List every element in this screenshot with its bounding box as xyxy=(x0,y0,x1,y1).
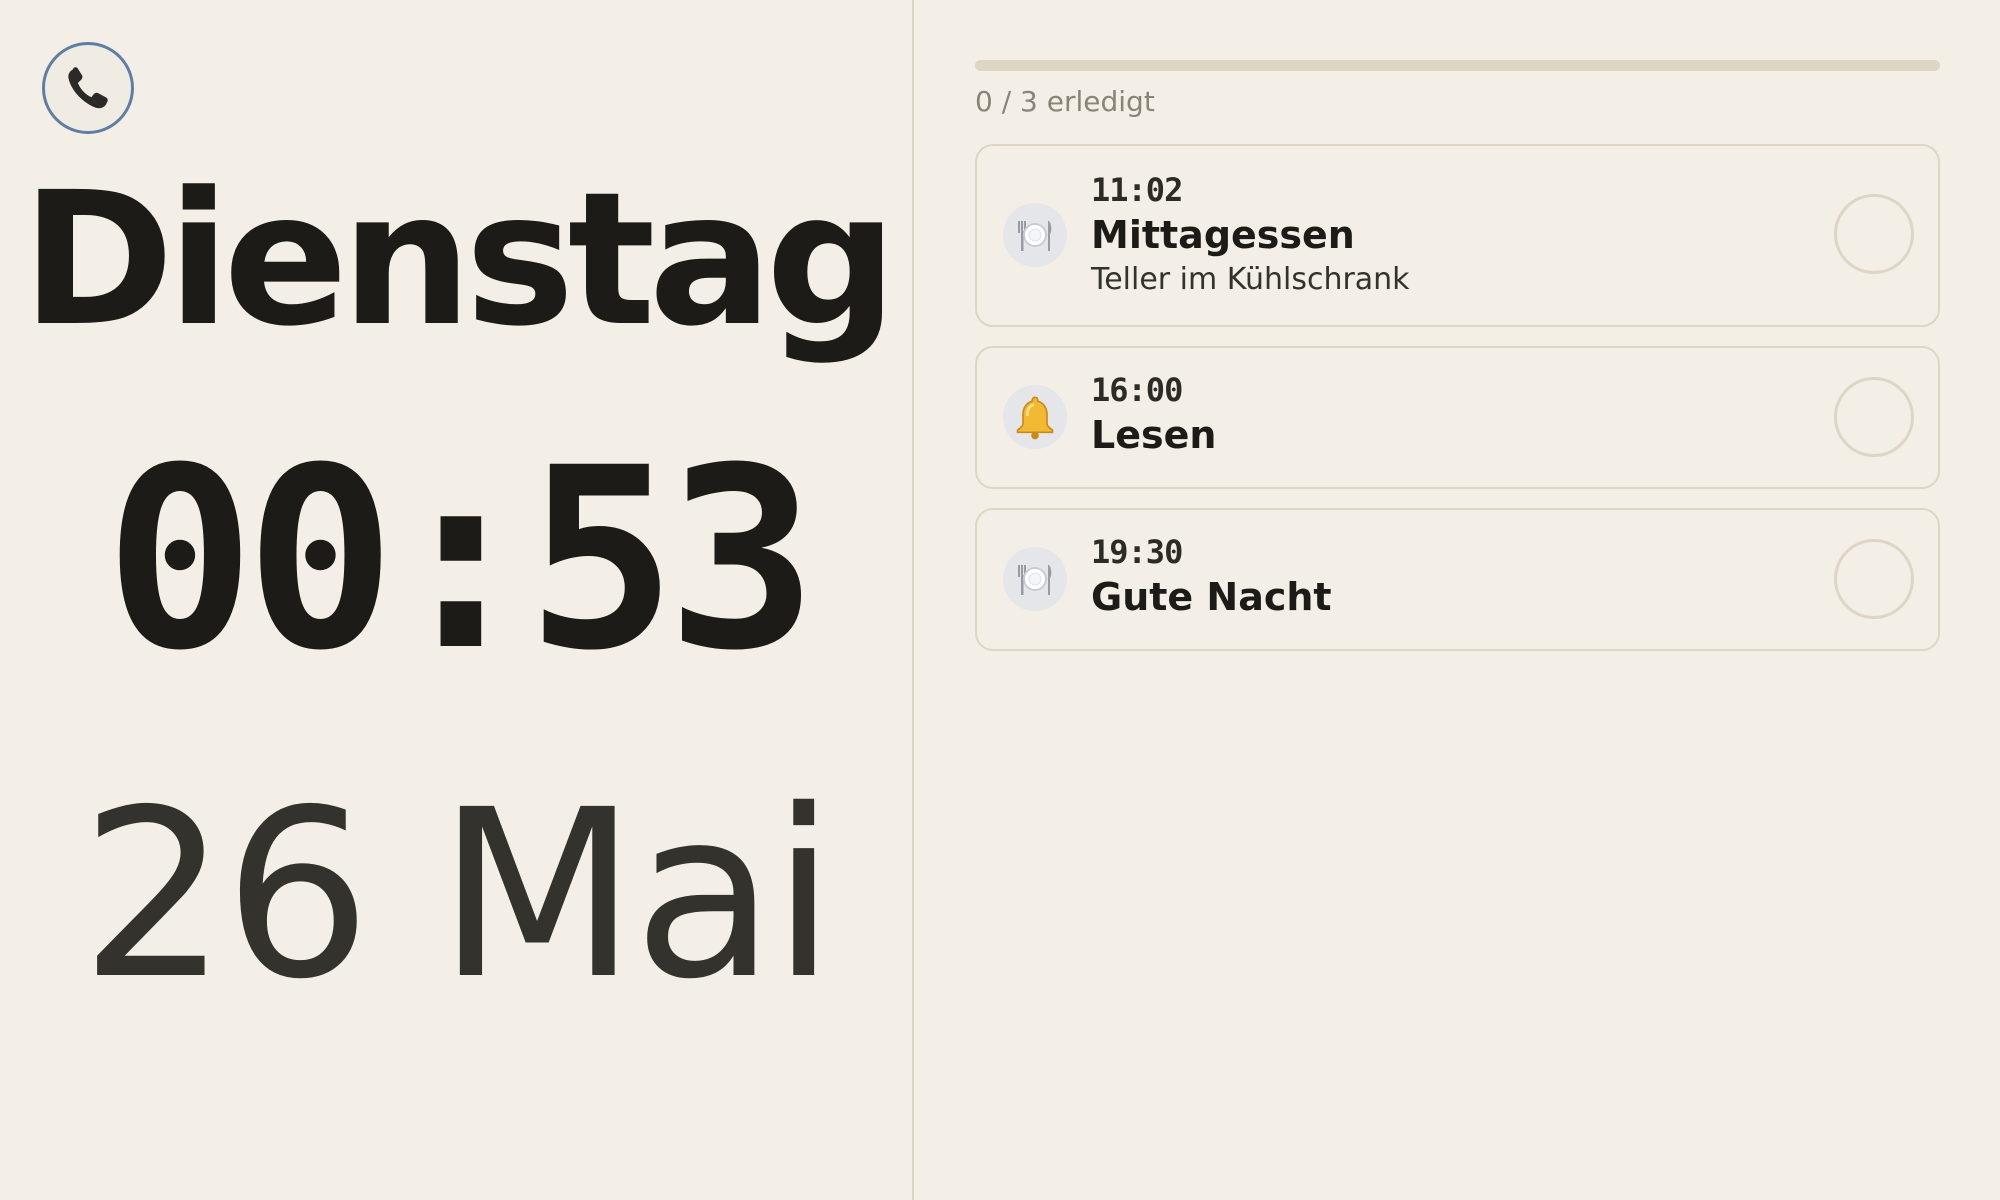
task-text: 16:00 Lesen xyxy=(1091,370,1216,460)
call-button[interactable] xyxy=(42,42,134,134)
app-root: Dienstag 00:53 26 Mai 0 / 3 erledigt 11:… xyxy=(0,0,2000,1200)
progress-label: 0 / 3 erledigt xyxy=(975,85,1155,118)
plate-icon xyxy=(1003,203,1067,267)
task-text: 11:02 Mittagessen Teller im Kühlschrank xyxy=(1091,170,1410,300)
date-label: 26 Mai xyxy=(80,760,836,1030)
bell-icon xyxy=(1003,385,1067,449)
time-display: 00:53 xyxy=(104,414,818,705)
task-checkbox[interactable] xyxy=(1834,194,1914,274)
weekday-label: Dienstag xyxy=(21,153,898,367)
task-checkbox[interactable] xyxy=(1834,377,1914,457)
task-time: 19:30 xyxy=(1091,533,1183,571)
task-time: 11:02 xyxy=(1091,171,1183,209)
task-time: 16:00 xyxy=(1091,371,1183,409)
task-checkbox[interactable] xyxy=(1834,539,1914,619)
tasks-panel: 0 / 3 erledigt 11:02 Mittagessen Teller … xyxy=(975,0,1940,1200)
panel-divider xyxy=(912,0,914,1200)
task-item-mittagessen[interactable]: 11:02 Mittagessen Teller im Kühlschrank xyxy=(975,144,1940,327)
task-item-gute-nacht[interactable]: 19:30 Gute Nacht xyxy=(975,508,1940,651)
progress-bar xyxy=(975,60,1940,71)
plate-icon xyxy=(1003,547,1067,611)
task-list: 11:02 Mittagessen Teller im Kühlschrank … xyxy=(975,144,1940,670)
phone-icon xyxy=(68,67,108,109)
task-note: Teller im Kühlschrank xyxy=(1091,262,1410,297)
task-title: Gute Nacht xyxy=(1091,575,1332,619)
task-title: Mittagessen xyxy=(1091,213,1355,257)
task-title: Lesen xyxy=(1091,413,1217,457)
clock-panel: Dienstag 00:53 26 Mai xyxy=(0,0,912,1200)
task-text: 19:30 Gute Nacht xyxy=(1091,532,1332,622)
task-item-lesen[interactable]: 16:00 Lesen xyxy=(975,346,1940,489)
